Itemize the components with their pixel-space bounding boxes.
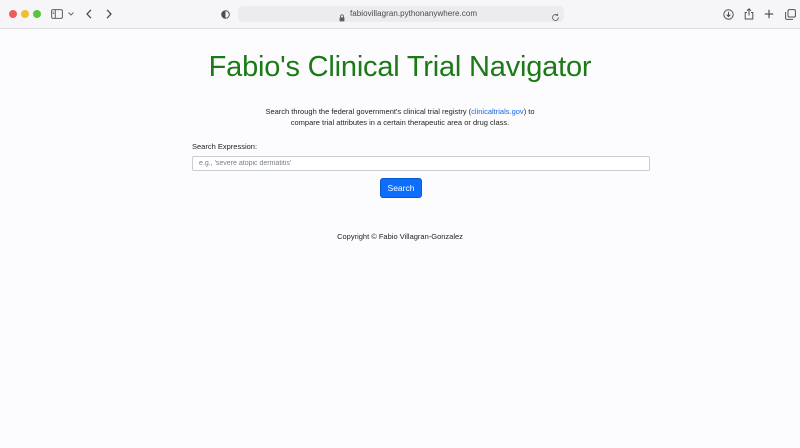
plus-icon[interactable] (763, 6, 775, 22)
privacy-shield-icon[interactable] (220, 6, 230, 22)
back-arrow-icon[interactable] (85, 6, 93, 22)
share-icon[interactable] (743, 6, 755, 22)
clinicaltrials-link[interactable]: clinicaltrials.gov (471, 107, 524, 116)
lock-icon (339, 9, 345, 27)
zoom-window-button[interactable] (33, 10, 41, 18)
minimize-window-button[interactable] (21, 10, 29, 18)
reload-icon[interactable] (551, 9, 560, 27)
intro-text-before: Search through the federal government's … (265, 107, 472, 116)
close-window-button[interactable] (9, 10, 17, 18)
forward-arrow-icon[interactable] (105, 6, 113, 22)
chevron-down-icon[interactable] (67, 6, 74, 22)
browser-toolbar: fabiovillagran.pythonanywhere.com (0, 0, 800, 29)
address-bar[interactable]: fabiovillagran.pythonanywhere.com (238, 6, 564, 22)
search-button[interactable]: Search (380, 178, 422, 198)
intro-text: Search through the federal government's … (250, 106, 550, 128)
url-text[interactable]: fabiovillagran.pythonanywhere.com (350, 8, 477, 20)
tab-overview-icon[interactable] (784, 6, 796, 22)
search-label: Search Expression: (192, 142, 258, 151)
page-title: Fabio's Clinical Trial Navigator (208, 51, 592, 83)
sidebar-icon[interactable] (51, 6, 63, 22)
copyright-footer: Copyright © Fabio Villagran-Gonzalez (337, 232, 463, 241)
download-icon[interactable] (722, 6, 734, 22)
search-input[interactable] (192, 156, 650, 171)
